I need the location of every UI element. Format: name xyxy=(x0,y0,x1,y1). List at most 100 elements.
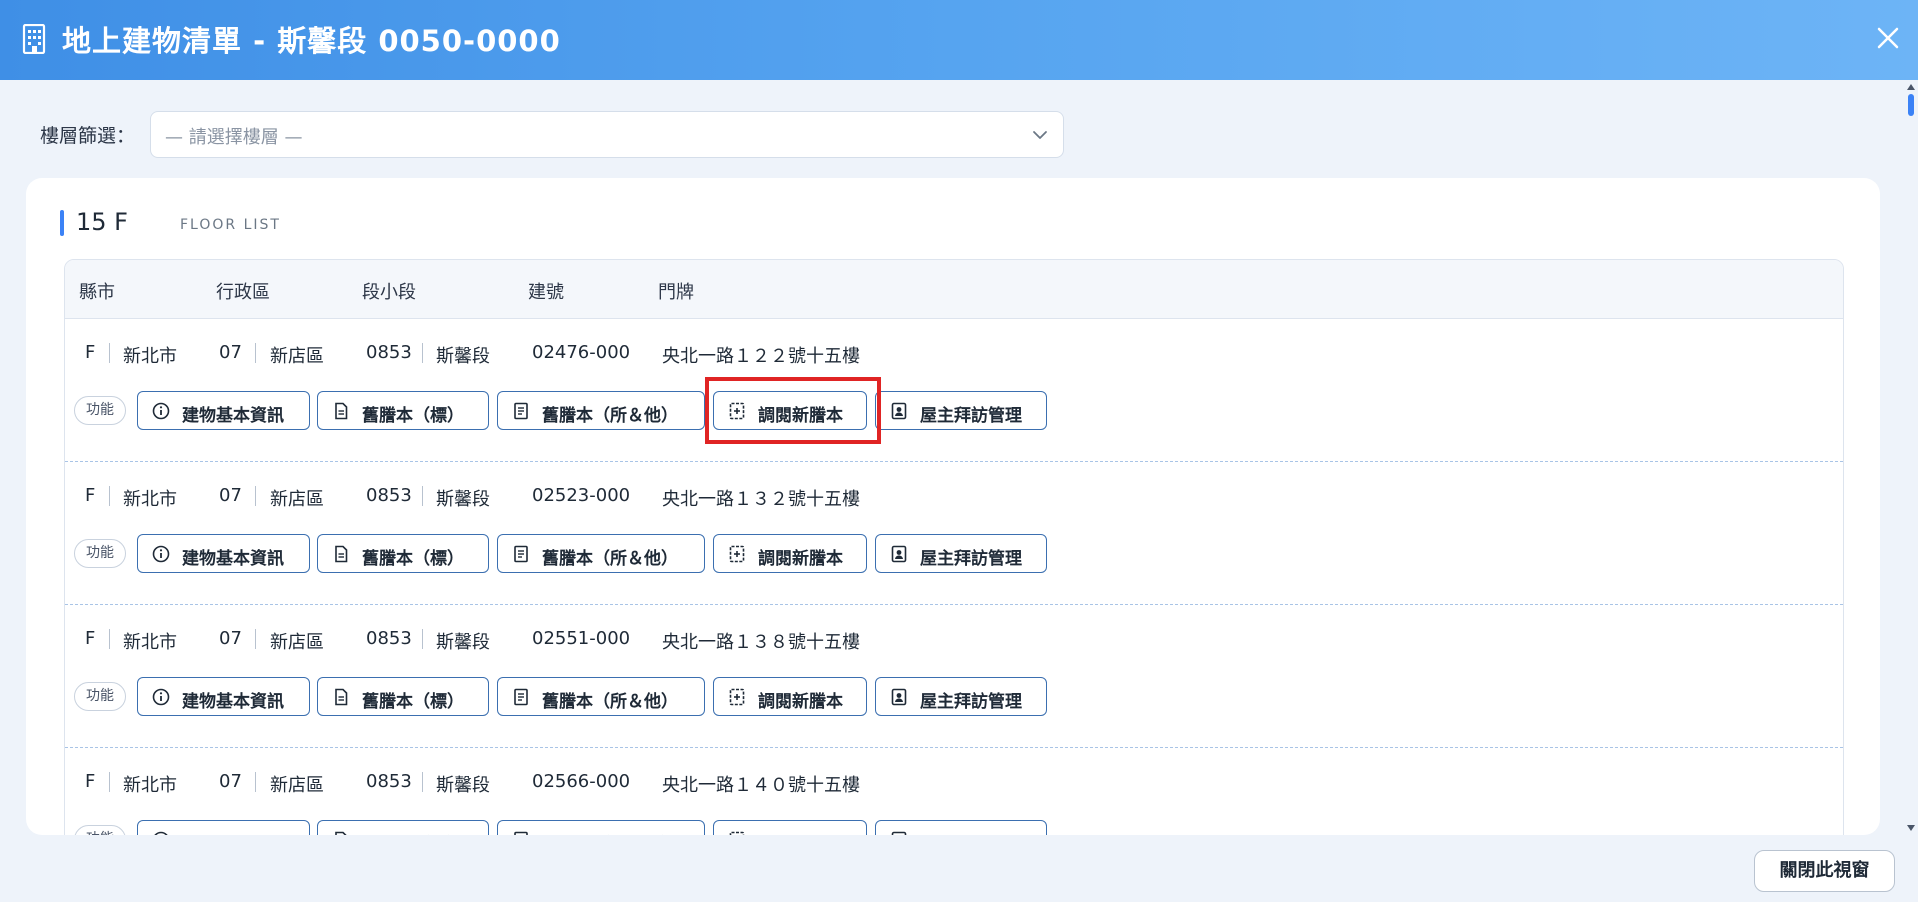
function-badge: 功能 xyxy=(74,825,126,835)
divider xyxy=(255,343,256,363)
county: 新北市 xyxy=(123,632,177,653)
contact-card-icon xyxy=(891,831,907,835)
floor-title: 15 F xyxy=(76,208,128,236)
function-badge: 功能 xyxy=(74,396,126,425)
scrollbar-thumb[interactable] xyxy=(1908,94,1914,116)
district-code: 07 xyxy=(219,485,242,506)
table-row: F 新北市 07 新店區 0853 斯馨段 02476-000 央北一路１２２號… xyxy=(65,319,1843,462)
floor-filter-label: 樓層篩選： xyxy=(40,125,136,147)
district-code: 07 xyxy=(219,342,242,363)
header-section: 段小段 xyxy=(362,282,416,303)
old-transcript-label-button[interactable]: 舊謄本（標） xyxy=(317,534,489,573)
info-icon xyxy=(152,545,170,563)
document-add-icon xyxy=(729,688,745,706)
floor-card: 15 F FLOOR LIST 縣市 行政區 段小段 建號 門牌 F 新北市 0… xyxy=(26,178,1880,835)
address: 央北一路１３２號十五樓 xyxy=(662,489,860,510)
building-table: 縣市 行政區 段小段 建號 門牌 F 新北市 07 新店區 0853 斯馨段 0… xyxy=(64,259,1844,835)
floor-subtitle: FLOOR LIST xyxy=(180,217,281,233)
old-transcript-label-button[interactable]: 舊謄本（標） xyxy=(317,820,489,835)
district: 新店區 xyxy=(270,489,324,510)
county-code: F xyxy=(85,342,96,363)
building-no: 02566-000 xyxy=(532,771,631,792)
new-transcript-button[interactable]: 調閱新謄本 xyxy=(713,534,867,573)
section-code: 0853 xyxy=(366,485,412,506)
divider xyxy=(109,772,110,792)
address: 央北一路１２２號十五樓 xyxy=(662,346,860,367)
building-no: 02476-000 xyxy=(532,342,631,363)
close-window-button[interactable]: 關閉此視窗 xyxy=(1754,850,1895,892)
old-transcript-owner-button[interactable]: 舊謄本（所＆他） xyxy=(497,534,705,573)
district: 新店區 xyxy=(270,346,324,367)
header-district: 行政區 xyxy=(216,282,270,303)
building-icon xyxy=(22,24,46,54)
scroll-up-arrow[interactable] xyxy=(1907,84,1915,90)
section-code: 0853 xyxy=(366,771,412,792)
divider xyxy=(109,486,110,506)
divider xyxy=(422,629,423,649)
owner-visit-button[interactable]: 屋主拜訪管理 xyxy=(875,391,1047,430)
county: 新北市 xyxy=(123,775,177,796)
owner-visit-button[interactable]: 屋主拜訪管理 xyxy=(875,677,1047,716)
dialog-header: 地上建物清單 - 斯馨段 0050-0000 xyxy=(0,0,1918,80)
document-icon xyxy=(335,402,348,420)
document-icon xyxy=(335,545,348,563)
section: 斯馨段 xyxy=(436,346,490,367)
document-icon xyxy=(335,831,347,835)
section: 斯馨段 xyxy=(436,489,490,510)
scroll-down-arrow[interactable] xyxy=(1907,825,1915,831)
contact-card-icon xyxy=(891,688,907,706)
divider xyxy=(109,629,110,649)
close-icon[interactable] xyxy=(1872,22,1904,54)
floor-filter-placeholder: — 請選擇樓層 — xyxy=(165,127,303,148)
basic-info-button[interactable]: 建物基本資訊 xyxy=(137,391,310,430)
basic-info-button[interactable]: 建物基本資訊 xyxy=(137,820,310,835)
building-no: 02551-000 xyxy=(532,628,631,649)
owner-visit-button[interactable]: 屋主拜訪管理 xyxy=(875,820,1047,835)
info-icon xyxy=(152,688,170,706)
section-code: 0853 xyxy=(366,628,412,649)
district-code: 07 xyxy=(219,771,242,792)
new-transcript-button[interactable]: 調閱新謄本 xyxy=(713,391,867,430)
old-transcript-label-button[interactable]: 舊謄本（標） xyxy=(317,391,489,430)
old-transcript-owner-button[interactable]: 舊謄本（所＆他） xyxy=(497,391,705,430)
county-code: F xyxy=(85,485,96,506)
basic-info-button[interactable]: 建物基本資訊 xyxy=(137,677,310,716)
document-add-icon xyxy=(729,831,745,835)
district-code: 07 xyxy=(219,628,242,649)
building-no: 02523-000 xyxy=(532,485,631,506)
divider xyxy=(255,486,256,506)
section-code: 0853 xyxy=(366,342,412,363)
old-transcript-label-button[interactable]: 舊謄本（標） xyxy=(317,677,489,716)
county: 新北市 xyxy=(123,489,177,510)
divider xyxy=(109,343,110,363)
section: 斯馨段 xyxy=(436,775,490,796)
document-text-icon xyxy=(514,545,528,563)
address: 央北一路１４０號十五樓 xyxy=(662,775,860,796)
table-row: F 新北市 07 新店區 0853 斯馨段 02523-000 央北一路１３２號… xyxy=(65,462,1843,605)
document-add-icon xyxy=(729,545,745,563)
document-text-icon xyxy=(514,402,528,420)
new-transcript-button[interactable]: 調閱新謄本 xyxy=(713,820,867,835)
basic-info-button[interactable]: 建物基本資訊 xyxy=(137,534,310,573)
document-add-icon xyxy=(729,402,745,420)
document-text-icon xyxy=(514,688,528,706)
divider xyxy=(422,343,423,363)
divider xyxy=(255,772,256,792)
new-transcript-button[interactable]: 調閱新謄本 xyxy=(713,677,867,716)
old-transcript-owner-button[interactable]: 舊謄本（所＆他） xyxy=(497,677,705,716)
county-code: F xyxy=(85,628,96,649)
owner-visit-button[interactable]: 屋主拜訪管理 xyxy=(875,534,1047,573)
old-transcript-owner-button[interactable]: 舊謄本（所＆他） xyxy=(497,820,705,835)
scrollbar[interactable] xyxy=(1904,80,1918,835)
floor-filter-select[interactable]: — 請選擇樓層 — xyxy=(150,111,1064,158)
divider xyxy=(255,629,256,649)
county-code: F xyxy=(85,771,96,792)
function-badge: 功能 xyxy=(74,682,126,711)
info-icon xyxy=(152,402,170,420)
divider xyxy=(422,486,423,506)
table-row: F 新北市 07 新店區 0853 斯馨段 02566-000 央北一路１４０號… xyxy=(65,748,1843,835)
contact-card-icon xyxy=(891,402,907,420)
info-icon xyxy=(154,831,168,835)
district: 新店區 xyxy=(270,775,324,796)
county: 新北市 xyxy=(123,346,177,367)
